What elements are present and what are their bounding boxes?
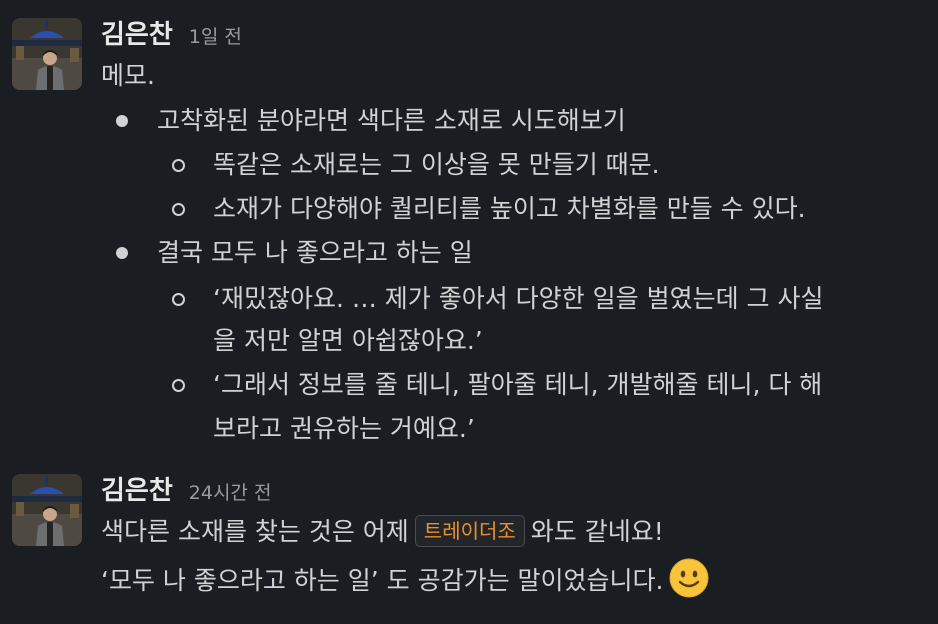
message-text-segment: ‘모두 나 좋으라고 하는 일’ 도 공감가는 말이었습니다. (101, 566, 664, 595)
sub-list-item: ‘그래서 정보를 줄 테니, 팔아줄 테니, 개발해줄 테니, 다 해 (213, 370, 823, 399)
channel-link[interactable]: 트레이더조 (414, 515, 525, 547)
bullet-circle (172, 191, 185, 216)
message-text-segment: 와도 같네요! (530, 517, 664, 546)
message-text: 메모. (101, 61, 155, 90)
message-text: ‘모두 나 좋으라고 하는 일’ 도 공감가는 말이었습니다. (101, 558, 709, 599)
bullet-circle (172, 147, 185, 172)
sub-list-item: 소재가 다양해야 퀄리티를 높이고 차별화를 만들 수 있다. (213, 194, 806, 223)
timestamp[interactable]: 24시간 전 (189, 478, 272, 505)
sub-list-item-continued: 보라고 권유하는 거예요.’ (213, 414, 475, 443)
message-text-segment: 색다른 소재를 찾는 것은 어제 (101, 517, 409, 546)
sub-list-item: ‘재밌잖아요. … 제가 좋아서 다양한 일을 벌였는데 그 사실 (213, 284, 824, 313)
avatar[interactable] (12, 18, 82, 90)
author-name[interactable]: 김은찬 (101, 470, 173, 507)
list-item: 결국 모두 나 좋으라고 하는 일 (157, 238, 473, 267)
sub-list-item-continued: 을 저만 알면 아쉽잖아요.’ (213, 326, 483, 355)
avatar-image (12, 18, 82, 90)
bullet-circle (172, 367, 185, 392)
message-text: 색다른 소재를 찾는 것은 어제 트레이더조 와도 같네요! (101, 514, 664, 550)
list-item: 고착화된 분야라면 색다른 소재로 시도해보기 (157, 106, 626, 135)
slightly-smiling-face-icon[interactable] (669, 558, 709, 598)
timestamp[interactable]: 1일 전 (189, 22, 242, 49)
message-2: 김은찬 24시간 전 색다른 소재를 찾는 것은 어제 트레이더조 와도 같네요! … (0, 462, 938, 624)
bullet-circle (172, 281, 185, 306)
message-1: 김은찬 1일 전 메모. 고착화된 분야라면 색다른 소재로 시도해보기 똑같은… (0, 0, 938, 460)
avatar[interactable] (12, 474, 82, 546)
avatar-image (12, 474, 82, 546)
message-header: 김은찬 24시간 전 (101, 470, 272, 507)
bullet-disc (116, 235, 128, 259)
bullet-disc (116, 103, 128, 127)
message-header: 김은찬 1일 전 (101, 14, 242, 51)
sub-list-item: 똑같은 소재로는 그 이상을 못 만들기 때문. (213, 150, 660, 179)
author-name[interactable]: 김은찬 (101, 14, 173, 51)
